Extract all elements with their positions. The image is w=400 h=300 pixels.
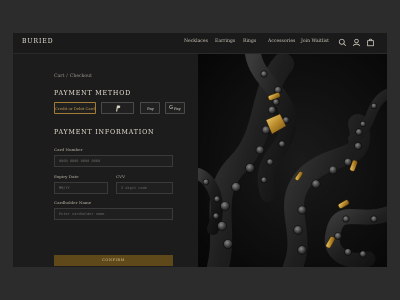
credit-card-option[interactable]: Credit or Debit Card	[54, 102, 96, 114]
breadcrumb-checkout: Checkout	[69, 74, 92, 79]
credit-card-label: Credit or Debit Card	[55, 105, 95, 111]
google-icon: G	[169, 105, 174, 111]
breadcrumb: Cart / Checkout	[54, 74, 92, 79]
nav-earrings[interactable]: Earrings	[215, 39, 235, 44]
nav-necklaces[interactable]: Necklaces	[184, 39, 208, 44]
paypal-option[interactable]	[101, 102, 134, 114]
google-pay-option[interactable]: G Pay	[165, 102, 185, 114]
apple-pay-option[interactable]: Pay	[140, 102, 160, 114]
nav-join-waitlist[interactable]: Join Waitlist	[301, 39, 329, 44]
breadcrumb-separator: /	[66, 74, 68, 79]
cvv-label: CVV	[116, 174, 126, 179]
checkout-window: BURIED Necklaces Earrings Rings Accessor…	[13, 33, 387, 267]
octopus-jewelry-image	[198, 54, 387, 267]
top-navigation: BURIED Necklaces Earrings Rings Accessor…	[13, 33, 387, 54]
checkout-form-panel: Cart / Checkout PAYMENT METHOD Credit or D…	[13, 54, 198, 267]
paypal-icon	[115, 105, 120, 111]
card-number-input[interactable]: 0000 0000 0000 0000	[54, 155, 173, 167]
bag-icon[interactable]	[366, 38, 375, 47]
confirm-button[interactable]: CONFIRM	[54, 255, 173, 266]
brand-logo[interactable]: BURIED	[22, 38, 54, 45]
nav-accessories[interactable]: Accessories	[268, 39, 295, 44]
user-icon[interactable]	[352, 38, 361, 47]
search-icon[interactable]	[338, 38, 347, 47]
nav-rings[interactable]: Rings	[243, 39, 256, 44]
cvv-input[interactable]: 3 digit code	[116, 182, 173, 194]
breadcrumb-cart[interactable]: Cart	[54, 74, 64, 79]
google-pay-label: Pay	[174, 105, 181, 111]
expiry-date-label: Expiry Date	[54, 174, 79, 179]
expiry-date-input[interactable]: MM/YY	[54, 182, 108, 194]
cardholder-name-input[interactable]: Enter cardholder name	[54, 208, 173, 220]
cardholder-name-label: Cardholder Name	[54, 200, 92, 205]
card-number-label: Card Number	[54, 147, 83, 152]
payment-method-title: PAYMENT METHOD	[54, 90, 132, 97]
apple-pay-label: Pay	[147, 105, 154, 111]
payment-information-title: PAYMENT INFORMATION	[54, 129, 155, 136]
